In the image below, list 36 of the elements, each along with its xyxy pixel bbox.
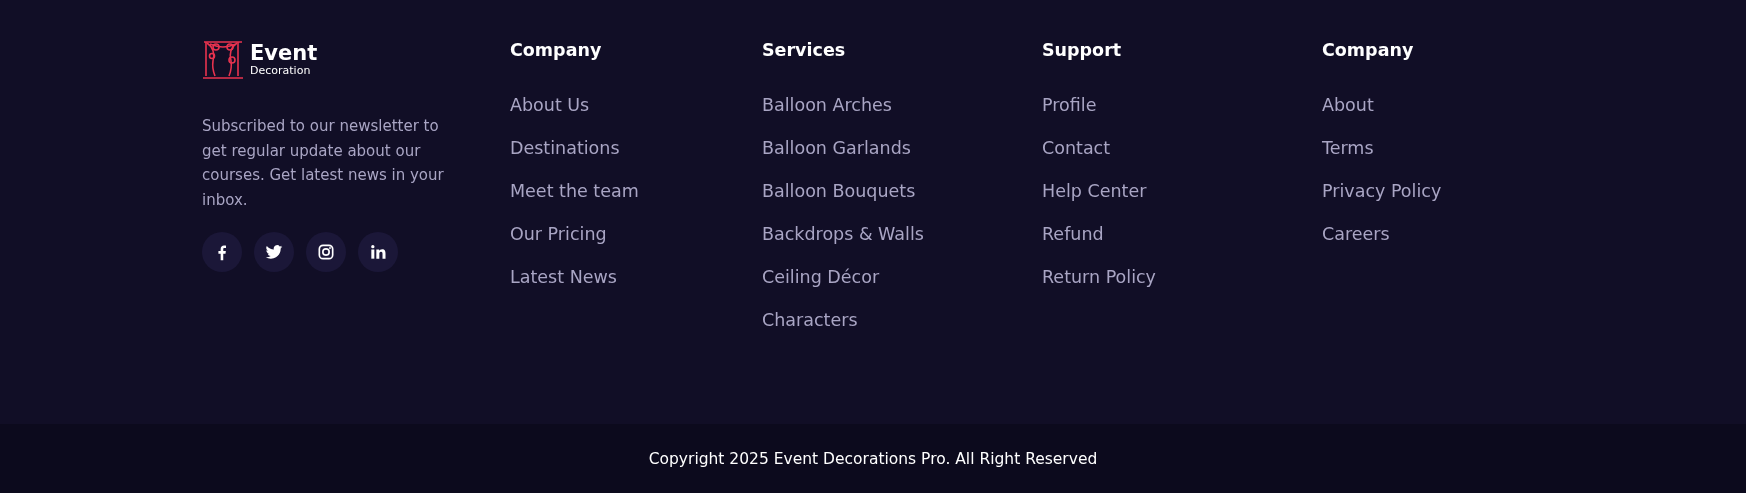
column-heading: Company [1322, 40, 1414, 60]
facebook-button[interactable] [202, 232, 242, 272]
copyright-text: Copyright 2025 Event Decorations Pro. All Right Reserved [648, 449, 1098, 468]
linkedin-icon [368, 242, 388, 262]
footer-link[interactable]: Our Pricing [510, 223, 607, 245]
footer-link[interactable]: Refund [1042, 223, 1104, 245]
brand-name: Event [250, 41, 318, 64]
footer-link[interactable]: Destinations [510, 137, 620, 159]
footer-link[interactable]: Latest News [510, 266, 617, 288]
footer-link[interactable]: Balloon Garlands [762, 137, 911, 159]
footer-link[interactable]: Contact [1042, 137, 1111, 159]
column-heading: Support [1042, 40, 1122, 60]
linkedin-button[interactable] [358, 232, 398, 272]
brand-tagline: Decoration [250, 63, 312, 77]
instagram-icon [316, 242, 336, 262]
instagram-button[interactable] [306, 232, 346, 272]
footer-link[interactable]: Help Center [1042, 180, 1147, 202]
footer-link[interactable]: Profile [1042, 94, 1097, 116]
twitter-button[interactable] [254, 232, 294, 272]
footer-link[interactable]: Backdrops & Walls [762, 223, 924, 245]
column-heading: Services [762, 40, 846, 60]
footer-link[interactable]: Balloon Bouquets [762, 180, 916, 202]
footer-link[interactable]: Careers [1322, 223, 1390, 245]
curtain-arch-logo-icon [202, 38, 244, 80]
footer-link[interactable]: Terms [1322, 137, 1374, 159]
footer-link[interactable]: Balloon Arches [762, 94, 892, 116]
twitter-icon [264, 242, 284, 262]
footer-link[interactable]: Privacy Policy [1322, 180, 1442, 202]
footer-link[interactable]: Ceiling Décor [762, 266, 880, 288]
footer-link[interactable]: About [1322, 94, 1374, 116]
footer-link[interactable]: About Us [510, 94, 590, 116]
newsletter-text: Subscribed to our newsletter to get regular update about our courses. Get latest news in your inbox. [202, 116, 445, 211]
footer-link[interactable]: Return Policy [1042, 266, 1156, 288]
footer-link[interactable]: Characters [762, 309, 858, 331]
column-heading: Company [510, 40, 602, 60]
footer-link[interactable]: Meet the team [510, 180, 639, 202]
